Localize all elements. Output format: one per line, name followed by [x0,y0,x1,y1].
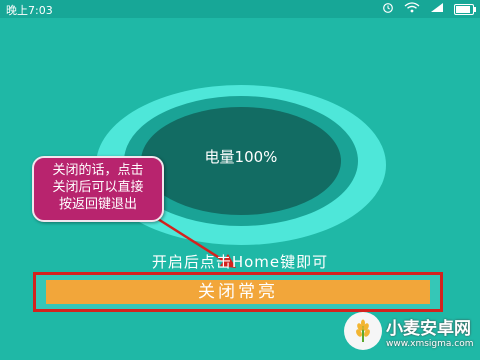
callout-line: 按返回键退出 [58,197,137,212]
watermark-title: 小麦安卓网 [386,318,471,339]
close-screen-on-button[interactable]: 关闭常亮 [46,280,430,304]
callout-line: 关闭的话，点击 [52,163,144,178]
watermark-url: www.xmsigma.com [386,338,474,349]
home-key-hint: 开启后点击Home键即可 [151,253,329,271]
watermark: 小麦安卓网 www.xmsigma.com [344,306,474,356]
wheat-logo-icon [344,312,382,350]
instruction-callout: 关闭的话，点击 关闭后可以直接 按返回键退出 [32,156,164,222]
callout-line: 关闭后可以直接 [52,180,144,195]
watermark-text: 小麦安卓网 www.xmsigma.com [386,314,473,349]
